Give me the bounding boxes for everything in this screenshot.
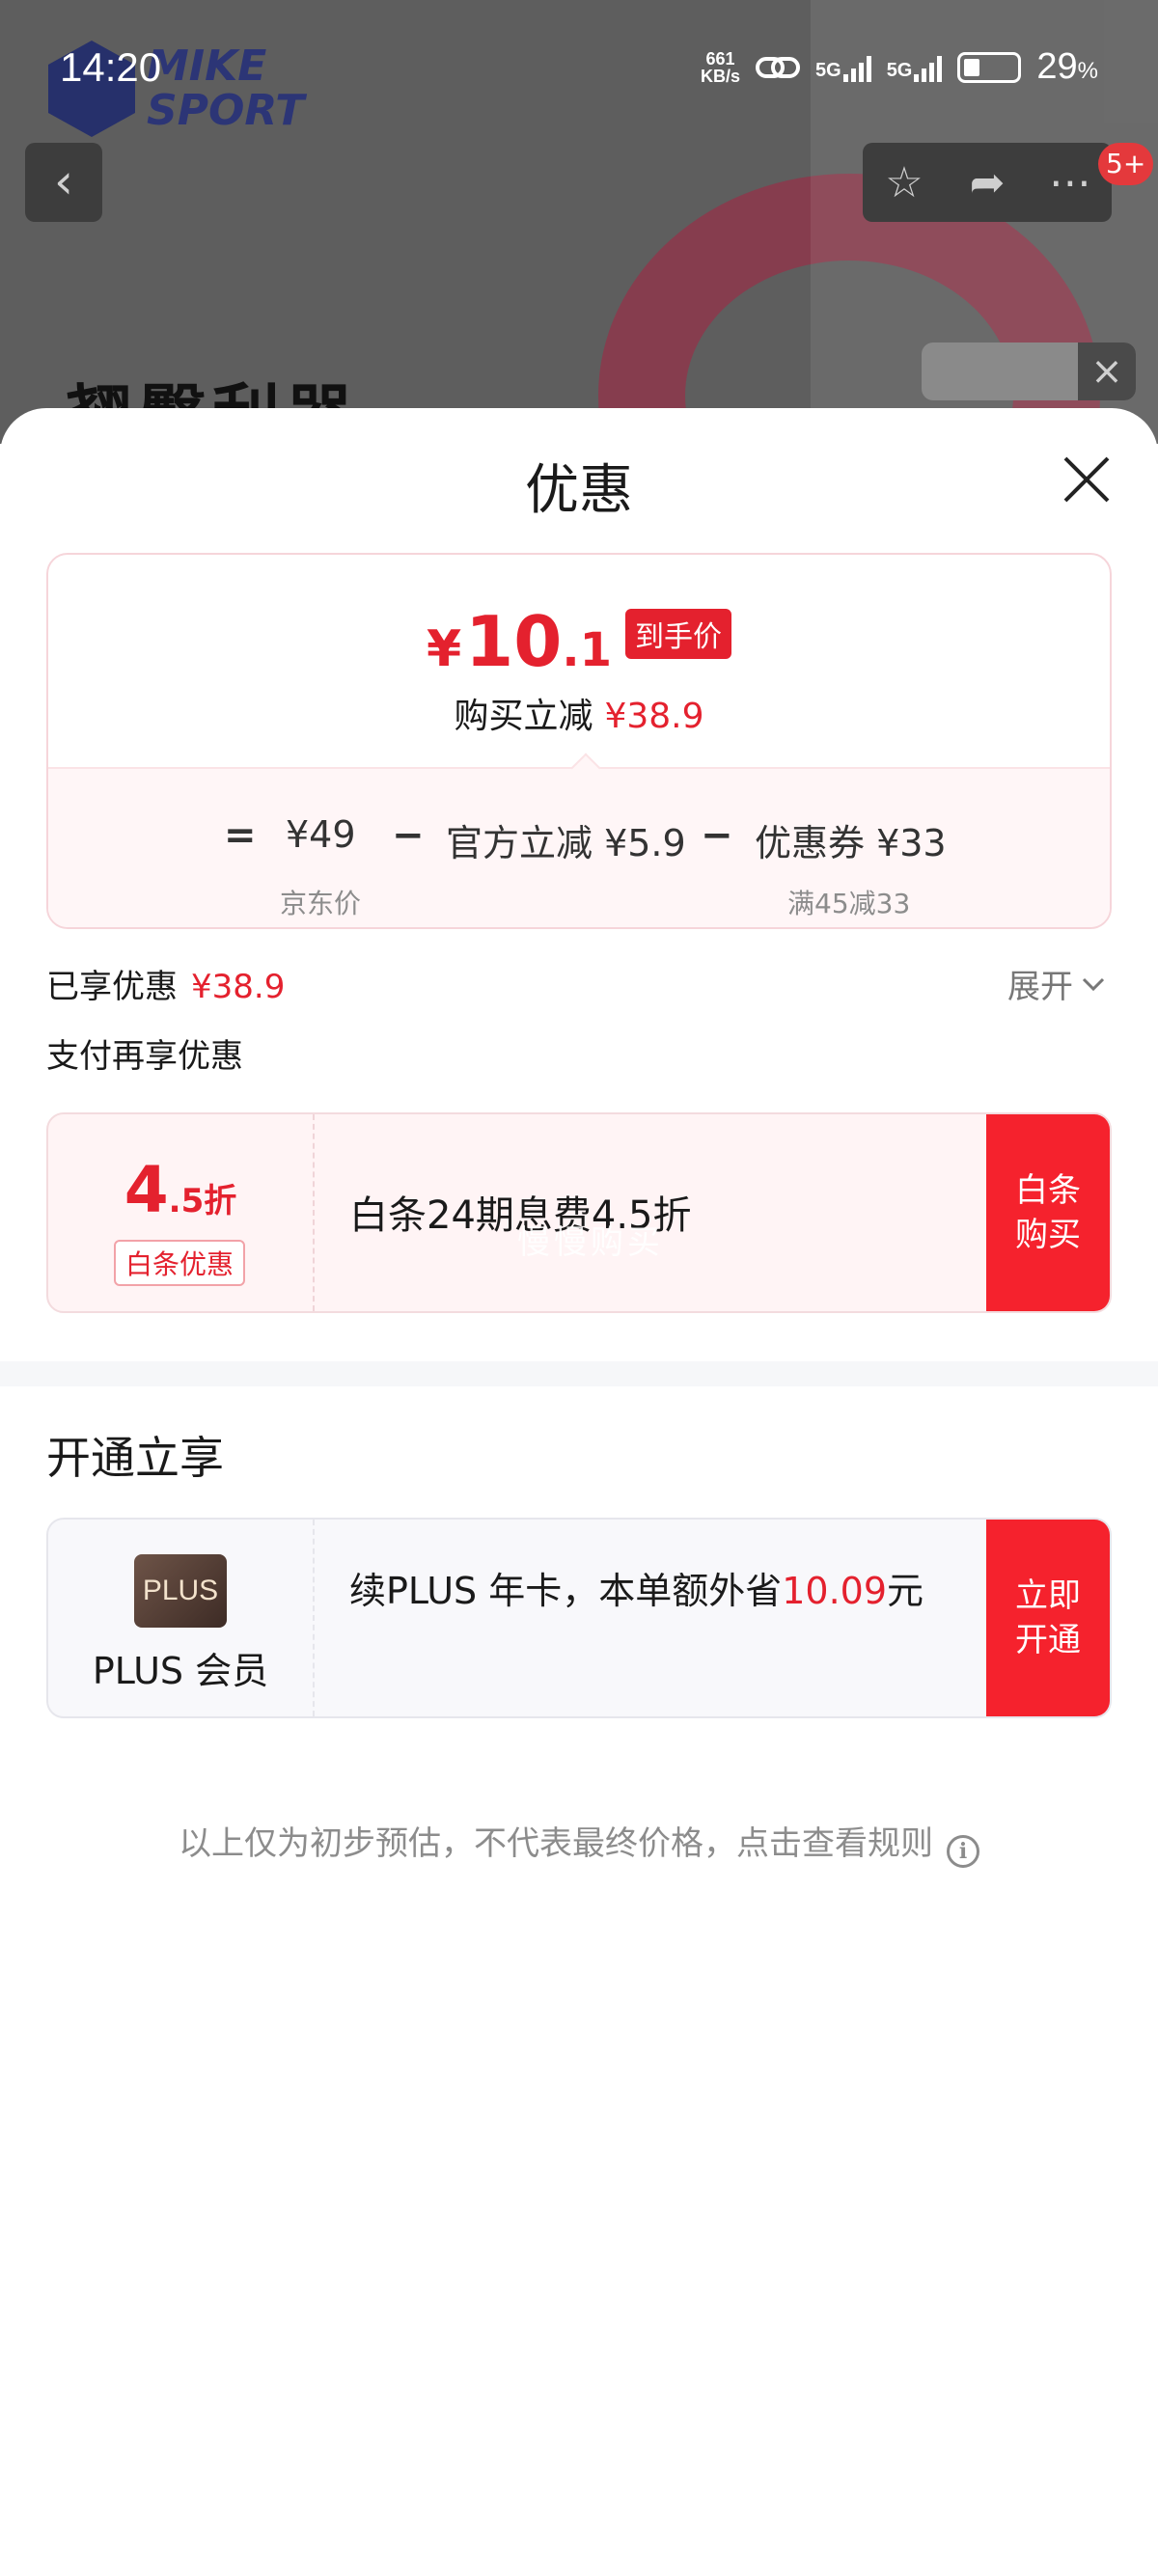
section-divider (0, 1361, 1158, 1386)
price-formula: = ¥49 − 官方立减 ¥5.9 − 优惠券 ¥33 京东价 满45减33 (48, 767, 1110, 927)
signal-bars-icon (914, 53, 943, 82)
minus-sign: − (392, 813, 425, 858)
base-price-note: 京东价 (280, 888, 362, 919)
expand-button[interactable]: 展开 (1007, 960, 1106, 1007)
pay-more-heading: 支付再享优惠 (46, 1037, 243, 1076)
back-button[interactable]: ‹ (25, 143, 102, 222)
chevron-down-icon (1082, 977, 1105, 991)
plus-offer-card[interactable]: PLUS PLUS 会员 续PLUS 年卡，本单额外省10.09元 立即 开通 (46, 1518, 1112, 1718)
baitiao-offer-card[interactable]: 4.5折 白条优惠 白条24期息费4.5折 慢慢购买 白条 购买 (46, 1112, 1112, 1313)
discount-summary: 购买立减 ¥38.9 (454, 697, 704, 736)
base-price: ¥49 (286, 813, 356, 856)
rules-footnote[interactable]: 以上仅为初步预估，不代表最终价格，点击查看规则 i (0, 1817, 1158, 1868)
baitiao-tag: 白条优惠 (114, 1240, 246, 1286)
coupon-amount: 优惠券 ¥33 (755, 822, 947, 864)
sheet-title: 优惠 (525, 459, 633, 522)
baitiao-rate: 4.5折 (124, 1153, 237, 1227)
close-icon[interactable] (1056, 449, 1117, 510)
minus-sign: − (701, 813, 733, 858)
share-icon[interactable]: ➦ (946, 158, 1029, 207)
signal-sim1: 5G (815, 53, 871, 82)
message-badge: 5+ (1098, 143, 1154, 185)
info-icon[interactable]: i (947, 1835, 979, 1868)
battery-percent: 29% (1036, 46, 1098, 87)
close-icon[interactable]: × (1078, 343, 1136, 400)
signal-sim2: 5G (887, 53, 943, 82)
nav-actions: ☆ ➦ ⋯ (863, 143, 1112, 222)
plus-member-label: PLUS 会员 (92, 1650, 269, 1692)
plus-open-button[interactable]: 立即 开通 (986, 1520, 1110, 1716)
final-price-tag: 到手价 (625, 609, 732, 659)
coupon-note: 满45减33 (787, 888, 911, 919)
watermark: 慢慢购买 (517, 1223, 664, 1262)
baitiao-buy-button[interactable]: 白条 购买 (986, 1114, 1110, 1311)
signal-bars-icon (842, 53, 871, 82)
battery-icon (957, 51, 1022, 83)
plus-logo-icon: PLUS (134, 1554, 227, 1628)
favorite-star-icon[interactable]: ☆ (863, 158, 946, 207)
net-speed: 661 KB/s (700, 48, 740, 86)
official-cut: 官方立减 ¥5.9 (446, 822, 686, 864)
open-section-title: 开通立享 (46, 1432, 224, 1484)
link-icon (756, 56, 800, 78)
status-bar: 14:20 661 KB/s 5G 5G 29% (0, 0, 1158, 135)
chevron-left-icon: ‹ (54, 153, 73, 209)
enjoyed-discount: 已享优惠 ¥38.9 (46, 968, 286, 1006)
price-breakdown-card: ¥ 10 .1 到手价 购买立减 ¥38.9 = ¥49 − 官方立减 ¥5.9 … (46, 553, 1112, 929)
discount-sheet: 优惠 ¥ 10 .1 到手价 购买立减 ¥38.9 = ¥49 − 官方立减 ¥5… (0, 408, 1158, 2576)
equals-sign: = (224, 813, 257, 858)
final-price: ¥ 10 .1 到手价 (48, 601, 1110, 682)
plus-description: 续PLUS 年卡，本单额外省10.09元 (349, 1570, 924, 1612)
floating-video-window[interactable]: × (922, 343, 1136, 400)
status-time: 14:20 (60, 44, 162, 90)
